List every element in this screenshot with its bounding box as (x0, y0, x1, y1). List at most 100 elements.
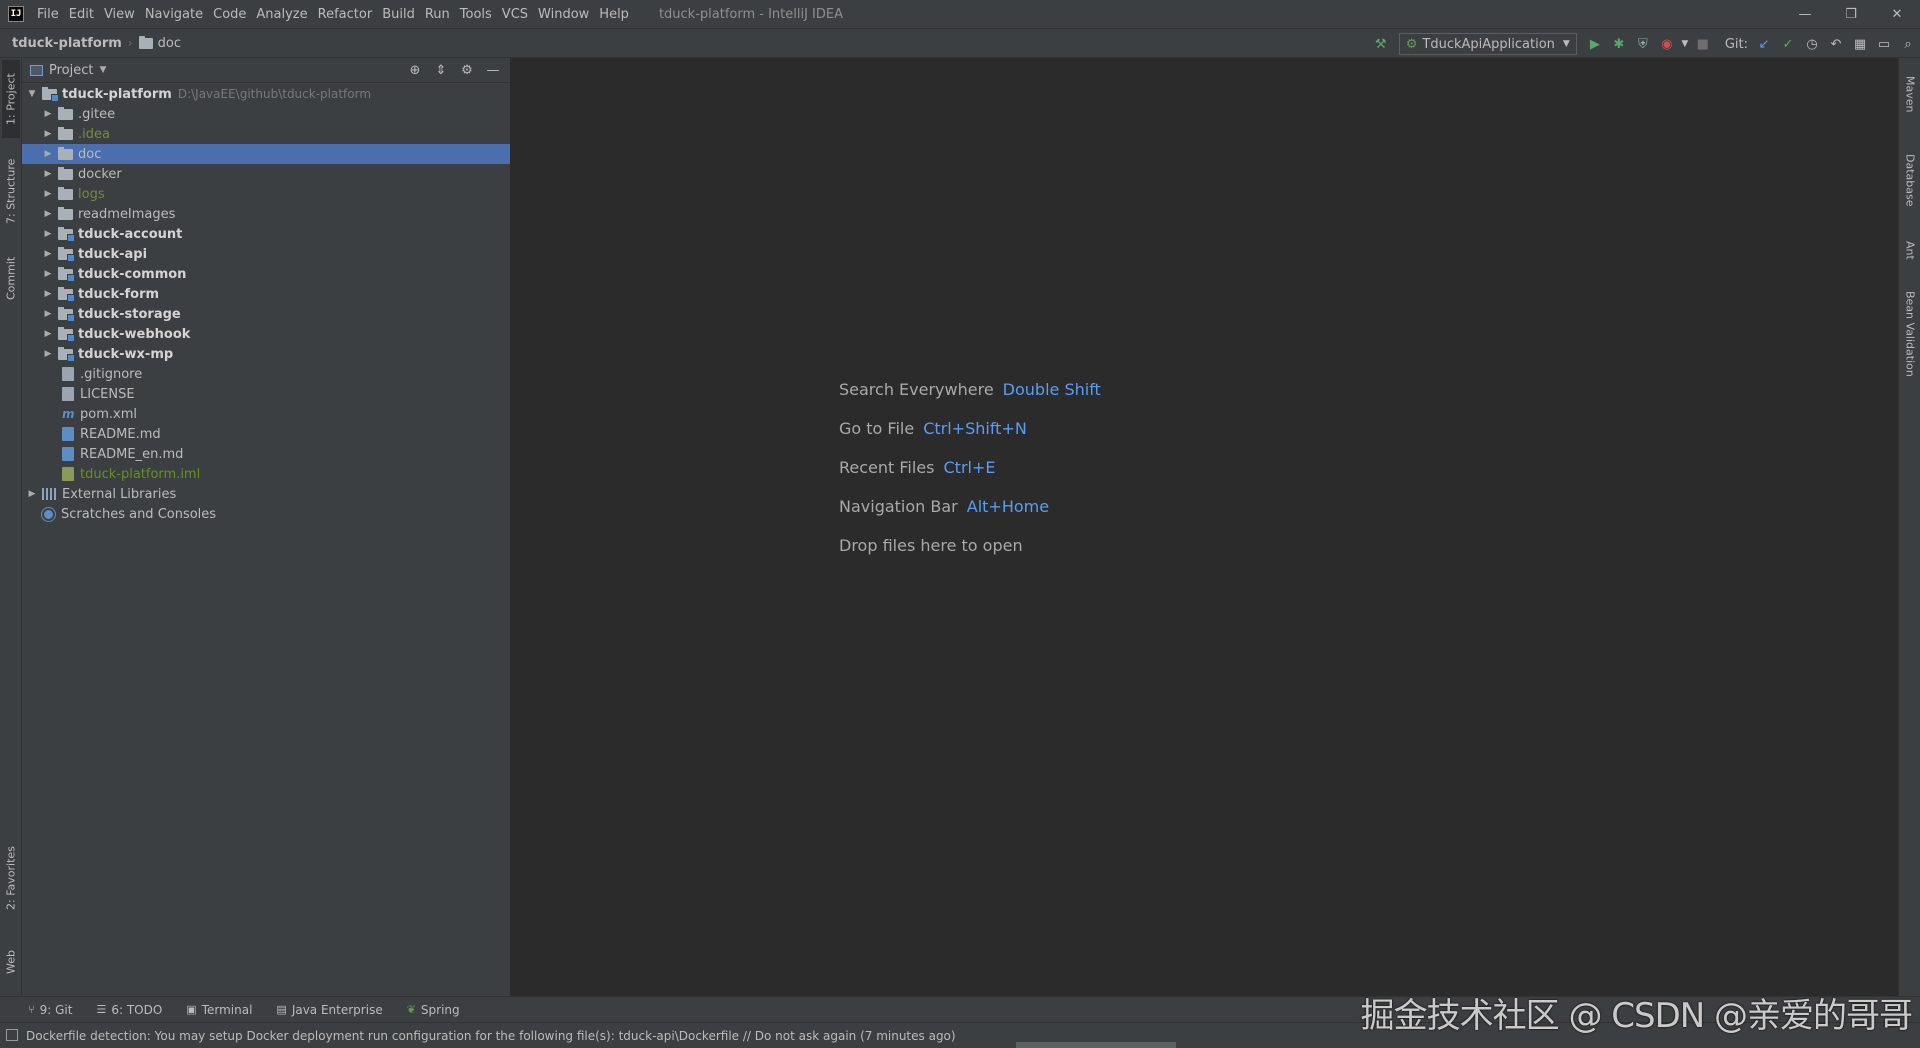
collapsed-arrow-icon[interactable]: ▶ (42, 149, 54, 159)
tree-item-label: .gitignore (80, 366, 143, 382)
tree-item-license[interactable]: LICENSE (22, 384, 510, 404)
tree-item-gitee[interactable]: ▶ .gitee (22, 104, 510, 124)
collapse-all-icon[interactable]: ⇕ (428, 63, 454, 78)
tree-item-tduck-form[interactable]: ▶ tduck-form (22, 284, 510, 304)
gear-icon[interactable]: ⚙ (454, 63, 480, 78)
tab-web[interactable]: Web (2, 938, 20, 986)
menu-run[interactable]: Run (420, 7, 455, 22)
restore-button[interactable]: ❐ (1828, 0, 1874, 28)
git-history-icon[interactable]: ◷ (1800, 33, 1824, 55)
tab-commit[interactable]: Commit (2, 244, 20, 312)
tab-structure[interactable]: 7: Structure (2, 150, 20, 232)
menu-window[interactable]: Window (533, 7, 594, 22)
menu-navigate[interactable]: Navigate (140, 7, 208, 22)
presentation-icon[interactable]: ▭ (1872, 33, 1896, 55)
tree-item-external-libraries[interactable]: ▶ External Libraries (22, 484, 510, 504)
collapsed-arrow-icon[interactable]: ▶ (42, 329, 54, 339)
debug-icon[interactable]: ✱ (1607, 33, 1631, 55)
menu-file[interactable]: File (32, 7, 64, 22)
locate-file-icon[interactable]: ⊕ (402, 63, 428, 78)
collapsed-arrow-icon[interactable]: ▶ (42, 169, 54, 179)
expand-arrow-icon[interactable]: ▼ (26, 89, 38, 99)
tree-item-readme[interactable]: README.md (22, 424, 510, 444)
collapsed-arrow-icon[interactable]: ▶ (42, 189, 54, 199)
profile-icon[interactable]: ◉ (1655, 33, 1679, 55)
menu-vcs[interactable]: VCS (497, 7, 533, 22)
tab-terminal[interactable]: ▣ Terminal (186, 1003, 252, 1017)
tab-java-enterprise[interactable]: ▤ Java Enterprise (276, 1003, 382, 1017)
tree-root[interactable]: ▼ tduck-platform D:\JavaEE\github\tduck-… (22, 84, 510, 104)
stop-icon[interactable]: ■ (1691, 33, 1715, 55)
menu-refactor[interactable]: Refactor (313, 7, 378, 22)
tree-item-tduck-storage[interactable]: ▶ tduck-storage (22, 304, 510, 324)
collapsed-arrow-icon[interactable]: ▶ (42, 209, 54, 219)
git-branch-icon: ⑂ (28, 1003, 35, 1016)
collapsed-arrow-icon[interactable]: ▶ (42, 229, 54, 239)
collapsed-arrow-icon[interactable]: ▶ (42, 249, 54, 259)
tree-item-doc[interactable]: ▶ doc (22, 144, 510, 164)
tab-project[interactable]: 1: Project (2, 60, 20, 138)
menu-edit[interactable]: Edit (64, 7, 99, 22)
project-tree: ▼ tduck-platform D:\JavaEE\github\tduck-… (22, 83, 510, 524)
build-hammer-icon[interactable]: ⚒ (1369, 33, 1393, 55)
minimize-button[interactable]: — (1782, 0, 1828, 28)
git-update-icon[interactable]: ↙ (1752, 33, 1776, 55)
collapsed-arrow-icon[interactable]: ▶ (42, 309, 54, 319)
tree-item-iml[interactable]: tduck-platform.iml (22, 464, 510, 484)
notification-icon[interactable] (6, 1029, 18, 1041)
tab-database[interactable]: Database (1901, 140, 1919, 220)
run-icon[interactable]: ▶ (1583, 33, 1607, 55)
menu-build[interactable]: Build (377, 7, 420, 22)
tree-item-tduck-api[interactable]: ▶ tduck-api (22, 244, 510, 264)
run-configuration-select[interactable]: ⚙ TduckApiApplication ▼ (1398, 33, 1577, 55)
tab-maven[interactable]: Maven (1901, 62, 1919, 126)
tree-item-scratches[interactable]: Scratches and Consoles (22, 504, 510, 524)
git-rollback-icon[interactable]: ↶ (1824, 33, 1848, 55)
hide-panel-icon[interactable]: — (480, 63, 506, 78)
menu-code[interactable]: Code (208, 7, 251, 22)
folder-icon (58, 126, 73, 140)
tab-ant[interactable]: Ant (1901, 226, 1919, 274)
collapsed-arrow-icon[interactable]: ▶ (42, 109, 54, 119)
tree-item-tduck-common[interactable]: ▶ tduck-common (22, 264, 510, 284)
status-message[interactable]: Dockerfile detection: You may setup Dock… (26, 1029, 956, 1043)
collapsed-arrow-icon[interactable]: ▶ (42, 269, 54, 279)
tab-spring[interactable]: ❦ Spring (407, 1003, 460, 1017)
git-commit-icon[interactable]: ✓ (1776, 33, 1800, 55)
menu-view[interactable]: View (99, 7, 140, 22)
project-view-select[interactable]: Project ▼ (30, 63, 106, 78)
tab-git[interactable]: ⑂ 9: Git (28, 1003, 72, 1017)
collapsed-arrow-icon[interactable]: ▶ (42, 289, 54, 299)
project-structure-icon[interactable]: ▦ (1848, 33, 1872, 55)
menu-tools[interactable]: Tools (455, 7, 497, 22)
chevron-down-icon[interactable]: ▼ (1679, 33, 1691, 55)
search-icon[interactable]: ⌕ (1896, 33, 1920, 55)
tree-item-label: Scratches and Consoles (61, 506, 217, 522)
tree-item-idea[interactable]: ▶ .idea (22, 124, 510, 144)
tree-item-docker[interactable]: ▶ docker (22, 164, 510, 184)
tab-favorites[interactable]: 2: Favorites (2, 838, 20, 918)
menu-analyze[interactable]: Analyze (251, 7, 312, 22)
close-button[interactable]: ✕ (1874, 0, 1920, 28)
tree-item-tduck-wx-mp[interactable]: ▶ tduck-wx-mp (22, 344, 510, 364)
breadcrumb-folder[interactable]: doc (158, 36, 181, 51)
tree-item-readme-en[interactable]: README_en.md (22, 444, 510, 464)
breadcrumb-root[interactable]: tduck-platform (12, 36, 122, 51)
tree-item-pom[interactable]: m pom.xml (22, 404, 510, 424)
intellij-logo-icon: IJ (8, 6, 24, 22)
editor-area[interactable]: Search Everywhere Double Shift Go to File… (511, 58, 1898, 996)
tree-item-logs[interactable]: ▶ logs (22, 184, 510, 204)
tree-item-gitignore[interactable]: .gitignore (22, 364, 510, 384)
tree-item-tduck-webhook[interactable]: ▶ tduck-webhook (22, 324, 510, 344)
collapsed-arrow-icon[interactable]: ▶ (26, 489, 38, 499)
collapsed-arrow-icon[interactable]: ▶ (42, 349, 54, 359)
coverage-icon[interactable]: ⛨ (1631, 33, 1655, 55)
run-configuration-label: TduckApiApplication (1422, 36, 1555, 52)
menu-help[interactable]: Help (594, 7, 634, 22)
tab-todo[interactable]: ☰ 6: TODO (96, 1003, 162, 1017)
tree-item-readmeimages[interactable]: ▶ readmeImages (22, 204, 510, 224)
project-panel-tools: ⊕ ⇕ ⚙ — (402, 58, 506, 83)
tab-bean-validation[interactable]: Bean Validation (1901, 284, 1919, 384)
collapsed-arrow-icon[interactable]: ▶ (42, 129, 54, 139)
tree-item-tduck-account[interactable]: ▶ tduck-account (22, 224, 510, 244)
